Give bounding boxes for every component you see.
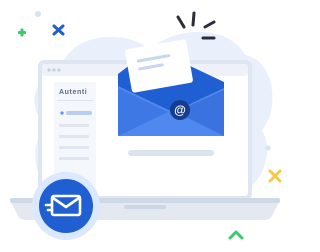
sidebar-item <box>59 124 89 127</box>
window-dot <box>57 68 61 72</box>
chevron-decor-icon <box>228 230 244 240</box>
sidebar-item <box>59 146 89 149</box>
star-icon <box>268 169 282 183</box>
plus-icon <box>18 28 26 37</box>
email-illustration: @ <box>10 11 282 240</box>
illustration-stage: @ Autenti <box>0 0 288 252</box>
window-dot <box>52 68 56 72</box>
sidebar-item <box>59 135 89 138</box>
decor-dot <box>35 11 41 17</box>
sidebar-bullet <box>60 111 64 115</box>
sidebar-item <box>59 157 89 160</box>
x-decor-icon <box>52 24 65 36</box>
laptop-trackpad <box>124 205 166 209</box>
at-icon: @ <box>174 103 186 117</box>
mail-badge <box>32 172 100 240</box>
content-bar <box>128 150 214 156</box>
decor-dot <box>265 145 271 151</box>
sidebar-divider <box>57 100 93 101</box>
window-dot <box>47 68 51 72</box>
app-logo: Autenti <box>59 89 88 96</box>
sidebar-item-active <box>66 111 92 115</box>
